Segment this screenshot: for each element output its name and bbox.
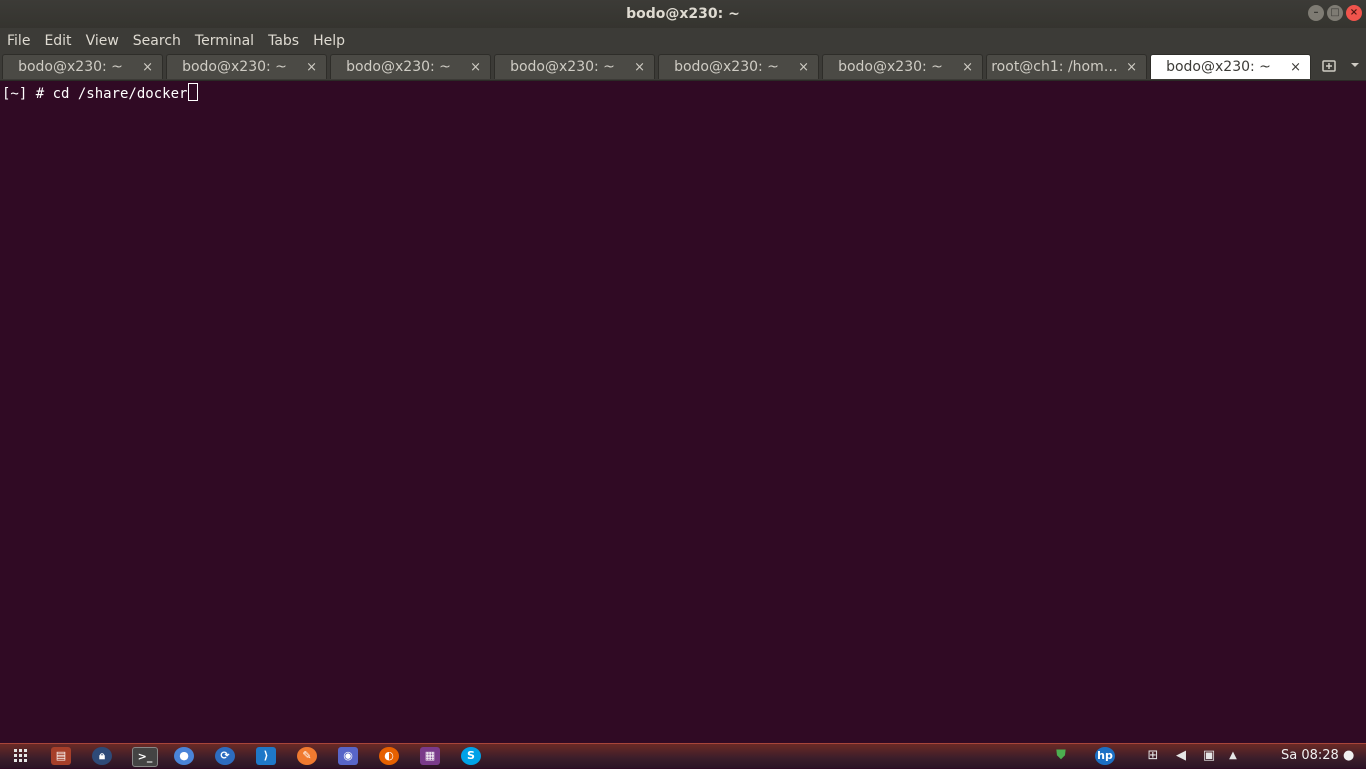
menu-file[interactable]: File bbox=[0, 28, 37, 54]
tab-label: bodo@x230: ~ bbox=[674, 59, 779, 75]
volume-icon[interactable]: ◀︎ bbox=[1172, 747, 1190, 765]
hp-icon[interactable]: hp bbox=[1095, 747, 1115, 765]
tab-label: bodo@x230: ~ bbox=[182, 59, 287, 75]
menu-view[interactable]: View bbox=[79, 28, 126, 54]
vscode-icon[interactable]: ⟩ bbox=[256, 747, 276, 765]
maximize-icon[interactable]: □ bbox=[1327, 5, 1343, 21]
shield-icon[interactable]: ⛊ bbox=[1052, 747, 1070, 765]
terminal-icon[interactable]: >_ bbox=[132, 747, 158, 767]
tab-2[interactable]: bodo@x230: ~ × bbox=[166, 54, 327, 79]
tab-close-icon[interactable]: × bbox=[1290, 55, 1301, 80]
terminal-prompt-line: [~] # cd /share/docker bbox=[2, 83, 199, 103]
new-tab-icon[interactable] bbox=[1320, 58, 1338, 76]
tab-8-active[interactable]: bodo@x230: ~ × bbox=[1150, 54, 1311, 79]
video-editor-icon[interactable]: ▦ bbox=[420, 747, 440, 765]
chevron-down-icon[interactable] bbox=[1347, 58, 1363, 76]
tab-1[interactable]: bodo@x230: ~ × bbox=[2, 54, 163, 79]
tab-close-icon[interactable]: × bbox=[142, 55, 153, 80]
terminal-window: bodo@x230: ~ – □ × File Edit View Search… bbox=[0, 0, 1366, 743]
tab-3[interactable]: bodo@x230: ~ × bbox=[330, 54, 491, 79]
network-icon[interactable]: ⊞ bbox=[1144, 747, 1162, 765]
file-manager-icon[interactable]: ▤ bbox=[51, 747, 71, 765]
tab-close-icon[interactable]: × bbox=[634, 55, 645, 80]
discord-icon[interactable]: ◉ bbox=[338, 747, 358, 765]
tab-label: bodo@x230: ~ bbox=[18, 59, 123, 75]
sublime-icon[interactable]: ✎ bbox=[297, 747, 317, 765]
tab-label: bodo@x230: ~ bbox=[346, 59, 451, 75]
minimize-icon[interactable]: – bbox=[1308, 5, 1324, 21]
menu-terminal[interactable]: Terminal bbox=[188, 28, 261, 54]
menu-edit[interactable]: Edit bbox=[37, 28, 78, 54]
tab-close-icon[interactable]: × bbox=[798, 55, 809, 80]
tab-close-icon[interactable]: × bbox=[306, 55, 317, 80]
window-controls: – □ × bbox=[1308, 5, 1362, 21]
menu-help[interactable]: Help bbox=[306, 28, 352, 54]
tab-4[interactable]: bodo@x230: ~ × bbox=[494, 54, 655, 79]
terminal-command-text: [~] # cd /share/docker bbox=[2, 86, 188, 102]
keepass-icon[interactable]: 🔒︎ bbox=[92, 747, 112, 765]
firefox-icon[interactable]: ◐ bbox=[379, 747, 399, 765]
status-dot-icon: ● bbox=[1342, 748, 1355, 763]
close-window-icon[interactable]: × bbox=[1346, 5, 1362, 21]
tab-close-icon[interactable]: × bbox=[470, 55, 481, 80]
terminal-cursor bbox=[188, 83, 199, 101]
tab-close-icon[interactable]: × bbox=[962, 55, 973, 80]
tab-label: bodo@x230: ~ bbox=[1166, 59, 1271, 75]
tab-close-icon[interactable]: × bbox=[1126, 55, 1137, 80]
apps-grid-icon[interactable] bbox=[10, 747, 30, 765]
menu-tabs[interactable]: Tabs bbox=[261, 28, 306, 54]
remmina-icon[interactable]: ⟳ bbox=[215, 747, 235, 765]
menu-bar: File Edit View Search Terminal Tabs Help bbox=[0, 28, 1366, 54]
clipboard-icon[interactable]: ▣ bbox=[1200, 747, 1218, 765]
skype-icon[interactable]: S bbox=[461, 747, 481, 765]
tab-bar: bodo@x230: ~ × bodo@x230: ~ × bodo@x230:… bbox=[0, 54, 1366, 81]
taskbar: ▤ 🔒︎ >_ ● ⟳ ⟩ ✎ ◉ ◐ ▦ S ⛊ hp ⊞ ◀︎ ▣ ▲ Sa… bbox=[0, 743, 1366, 768]
menu-search[interactable]: Search bbox=[126, 28, 188, 54]
clock[interactable]: Sa 08:28 ● bbox=[1281, 744, 1354, 768]
tab-6[interactable]: bodo@x230: ~ × bbox=[822, 54, 983, 79]
title-bar[interactable]: bodo@x230: ~ – □ × bbox=[0, 0, 1366, 28]
tab-5[interactable]: bodo@x230: ~ × bbox=[658, 54, 819, 79]
window-title: bodo@x230: ~ bbox=[626, 6, 740, 22]
chevron-up-icon[interactable]: ▲ bbox=[1224, 747, 1242, 765]
terminal-content[interactable]: [~] # cd /share/docker bbox=[0, 81, 1366, 743]
chromium-icon[interactable]: ● bbox=[174, 747, 194, 765]
tab-label: root@ch1: /hom… bbox=[991, 59, 1118, 75]
tab-7[interactable]: root@ch1: /hom… × bbox=[986, 54, 1147, 79]
tab-label: bodo@x230: ~ bbox=[510, 59, 615, 75]
clock-text: Sa 08:28 bbox=[1281, 748, 1339, 763]
tab-label: bodo@x230: ~ bbox=[838, 59, 943, 75]
